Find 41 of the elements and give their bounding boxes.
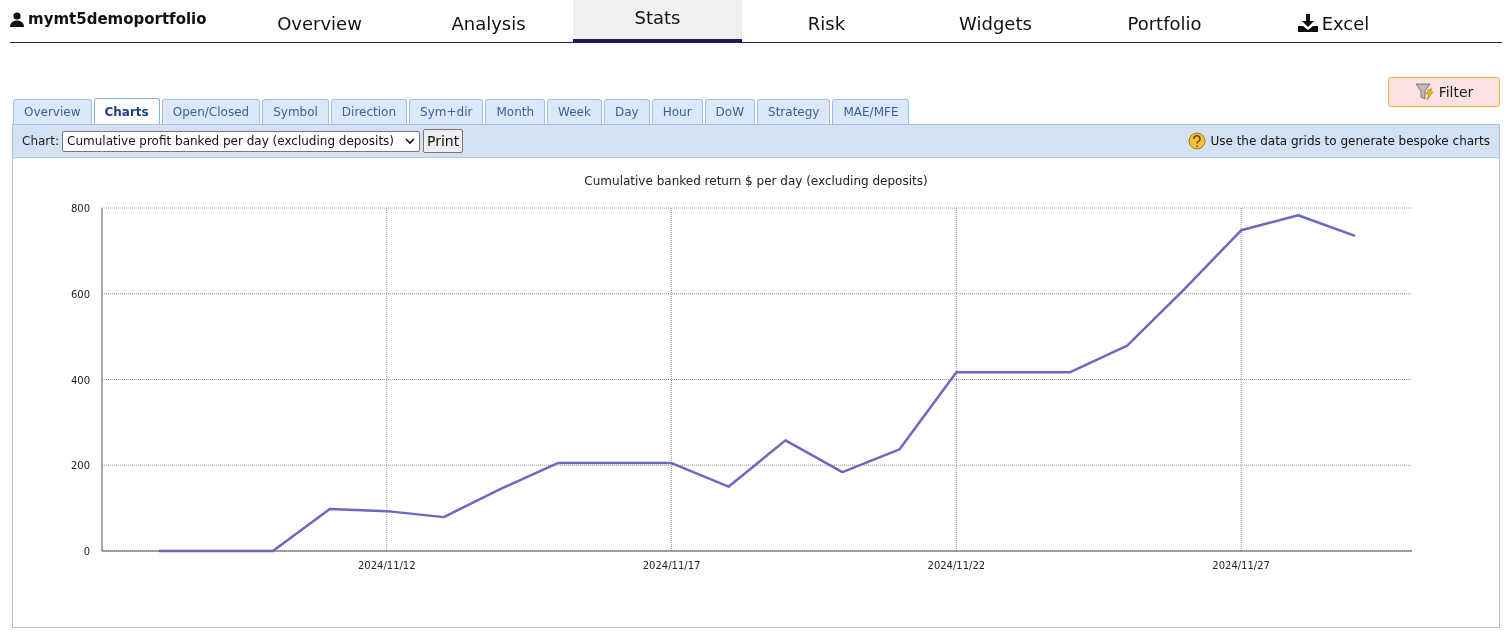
- x-tick-label: 2024/11/17: [642, 560, 701, 571]
- tab[interactable]: Charts: [93, 98, 160, 124]
- y-tick-label: 800: [70, 203, 90, 214]
- tab[interactable]: Strategy: [757, 99, 831, 124]
- nav-link[interactable]: Excel: [1249, 0, 1418, 42]
- tab[interactable]: Direction: [330, 99, 408, 124]
- tab[interactable]: Overview: [13, 99, 92, 124]
- y-tick-label: 600: [70, 288, 90, 300]
- chart-select[interactable]: Cumulative profit banked per day (excluding deposits): [62, 130, 421, 152]
- tab[interactable]: Week: [547, 99, 602, 124]
- nav-link[interactable]: Stats: [573, 0, 742, 42]
- download-icon: [1297, 14, 1318, 32]
- nav-link[interactable]: Analysis: [404, 0, 573, 42]
- y-tick-label: 0: [83, 546, 90, 557]
- nav-link[interactable]: Risk: [742, 0, 911, 42]
- funnel-icon: [1414, 83, 1435, 101]
- print-button[interactable]: Print: [423, 129, 464, 153]
- x-tick-label: 2024/11/12: [357, 560, 416, 571]
- tab[interactable]: Month: [485, 99, 546, 124]
- hint-text: Use the data grids to generate bespoke charts: [1210, 133, 1490, 150]
- chart-label: Chart:: [22, 133, 60, 150]
- filter-button[interactable]: Filter: [1388, 77, 1500, 107]
- tab[interactable]: Day: [603, 99, 650, 124]
- tab[interactable]: DoW: [704, 99, 755, 124]
- help-icon: [1187, 132, 1208, 150]
- username[interactable]: mymt5demoportfolio: [28, 7, 207, 31]
- nav-link[interactable]: Widgets: [911, 0, 1080, 42]
- tab[interactable]: Symbol: [262, 99, 329, 124]
- y-tick-label: 400: [70, 374, 90, 386]
- chevron-down-icon: [405, 137, 416, 145]
- tab[interactable]: Hour: [651, 99, 703, 124]
- tab[interactable]: MAE/MFE: [832, 99, 910, 124]
- x-tick-label: 2024/11/27: [1212, 560, 1270, 571]
- tab[interactable]: Sym+dir: [409, 99, 484, 124]
- tab[interactable]: Open/Closed: [161, 99, 261, 124]
- user-icon: [10, 11, 24, 27]
- y-tick-label: 200: [70, 460, 90, 472]
- chart-title: Cumulative banked return $ per day (excluding deposits): [584, 173, 928, 190]
- x-tick-label: 2024/11/22: [927, 560, 986, 571]
- nav-link[interactable]: Portfolio: [1080, 0, 1249, 42]
- nav-link[interactable]: Overview: [235, 0, 404, 42]
